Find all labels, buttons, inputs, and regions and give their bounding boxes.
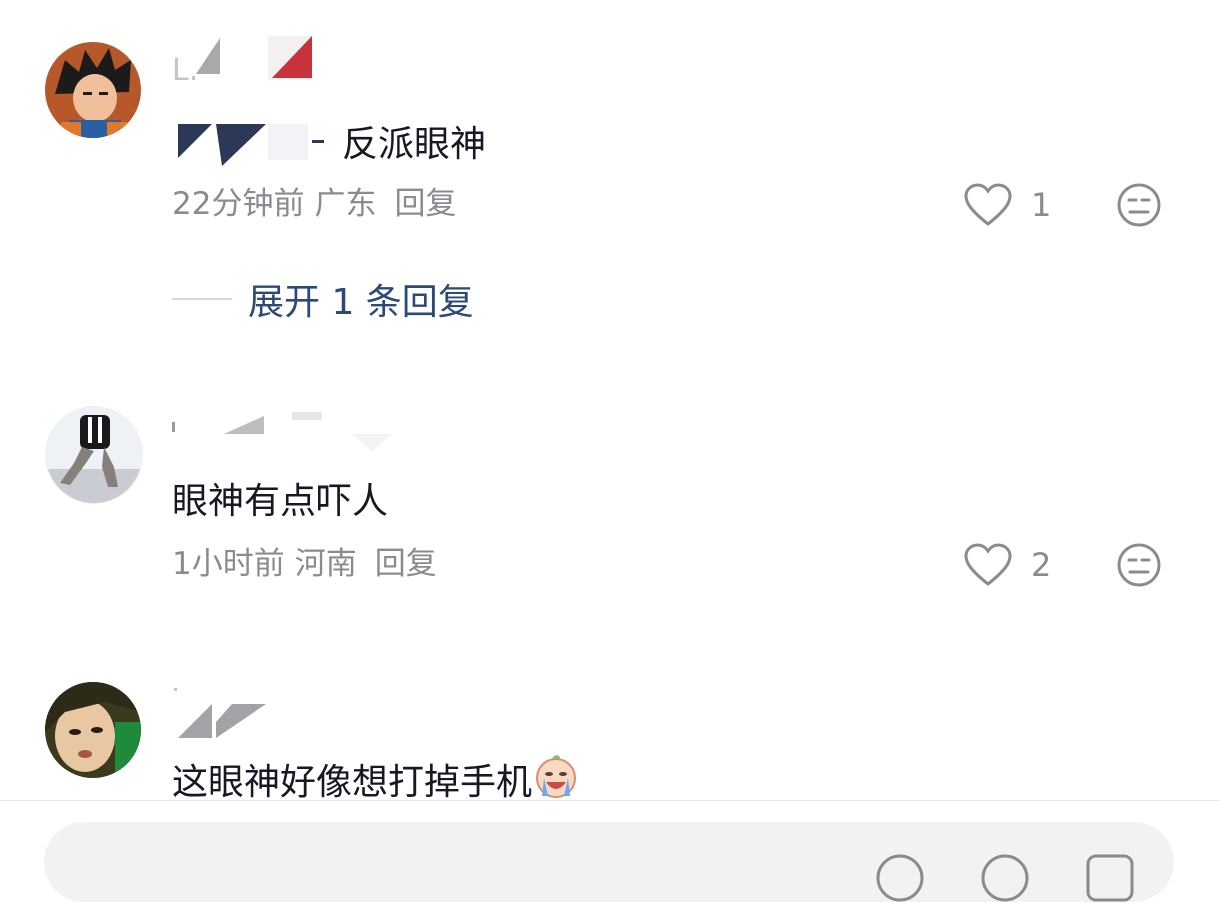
username-blurred[interactable]: L. — [172, 34, 322, 84]
comment-body: 眼神有点吓人 — [172, 481, 389, 522]
avatar[interactable] — [45, 42, 141, 138]
comment-input-bar[interactable] — [44, 822, 1174, 902]
comment-location: 广东 — [314, 186, 377, 222]
comment-meta: 1小时前 河南 回复 — [172, 544, 447, 584]
avatar[interactable] — [45, 682, 141, 778]
avatar[interactable] — [45, 406, 143, 504]
reply-button[interactable]: 回复 — [394, 186, 456, 222]
heart-icon — [964, 543, 1012, 586]
comment-location: 河南 — [294, 546, 357, 582]
like-count: 2 — [1031, 546, 1052, 584]
comment-time: 22分钟前 — [172, 186, 305, 222]
comment-body: 这眼神好像想打掉手机 — [172, 762, 533, 803]
comment-text: 这眼神好像想打掉手机 — [172, 752, 580, 807]
like-button[interactable]: 1 — [963, 180, 1051, 230]
like-count: 1 — [1031, 186, 1052, 224]
reply-button[interactable]: 回复 — [375, 546, 437, 582]
like-button[interactable]: 2 — [963, 540, 1051, 590]
comment-body: 反派眼神 — [342, 124, 487, 165]
dislike-face-icon[interactable] — [1115, 541, 1163, 589]
expand-divider-line — [172, 298, 232, 300]
dislike-face-icon[interactable] — [1115, 181, 1163, 229]
emoji-icon[interactable] — [979, 852, 1031, 904]
comment-time: 1小时前 — [172, 546, 285, 582]
svg-text:L.: L. — [172, 53, 198, 84]
crying-laugh-emoji-icon — [536, 755, 577, 798]
at-mention-icon[interactable] — [874, 852, 926, 904]
expand-replies-label: 展开 1 条回复 — [248, 282, 474, 323]
expand-replies-button[interactable]: 展开 1 条回复 — [172, 275, 474, 323]
comment-text: 反派眼神 — [172, 118, 486, 169]
image-icon[interactable] — [1084, 852, 1136, 904]
blurred-mention — [178, 124, 324, 166]
username-blurred[interactable] — [172, 688, 322, 738]
heart-icon — [964, 183, 1012, 226]
comment-meta: 22分钟前 广东 回复 — [172, 184, 466, 224]
divider — [0, 800, 1220, 801]
username-blurred[interactable] — [172, 408, 392, 458]
